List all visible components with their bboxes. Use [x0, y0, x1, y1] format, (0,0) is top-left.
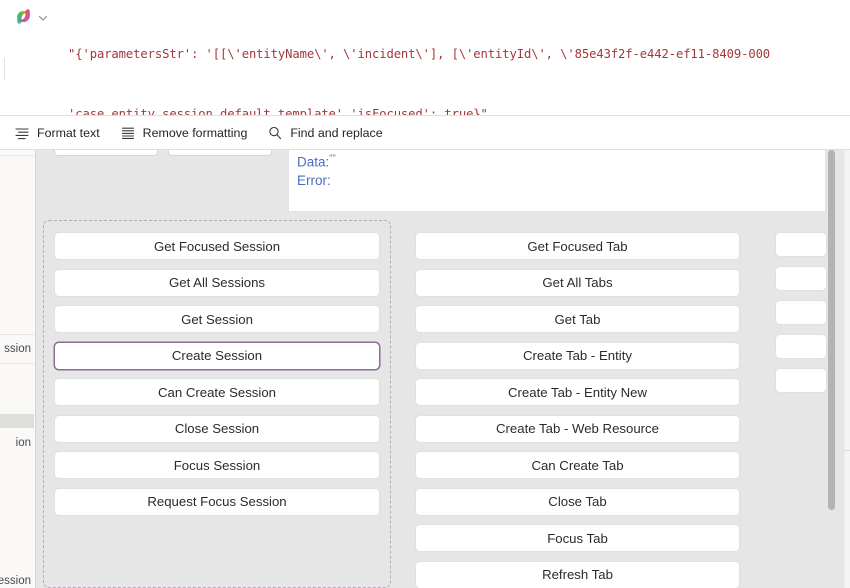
- format-text-icon: [14, 125, 30, 141]
- format-text-label: Format text: [37, 125, 100, 140]
- tabs-button-column: Get Focused Tab Get All Tabs Get Tab Cre…: [415, 232, 740, 588]
- button-get-all-sessions[interactable]: Get All Sessions: [54, 268, 380, 297]
- left-partial-pane: ssion ion ession: [0, 150, 36, 588]
- button-focus-tab[interactable]: Focus Tab: [415, 524, 740, 552]
- left-pane-fragment-4: ession: [0, 575, 31, 587]
- cropped-control-1[interactable]: [54, 150, 158, 156]
- code-line-2: 'case_entity_session_default_template','…: [68, 107, 488, 116]
- left-pane-fragment-2: [0, 414, 34, 428]
- button-get-focused-tab[interactable]: Get Focused Tab: [415, 232, 740, 260]
- clipped-button-3[interactable]: [775, 300, 827, 325]
- left-pane-divider: [0, 150, 35, 156]
- remove-formatting-icon: [120, 125, 136, 141]
- app-body: ssion ion ession Data:"" Error: Get Focu…: [0, 150, 850, 588]
- button-create-tab-entity-new[interactable]: Create Tab - Entity New: [415, 378, 740, 406]
- button-can-create-session[interactable]: Can Create Session: [54, 378, 380, 406]
- code-snippet[interactable]: "{'parametersStr': '[[\'entityName\', \'…: [68, 4, 850, 116]
- chevron-down-icon[interactable]: [37, 11, 49, 23]
- clipped-button-4[interactable]: [775, 334, 827, 359]
- button-close-session[interactable]: Close Session: [54, 414, 380, 443]
- button-get-tab[interactable]: Get Tab: [415, 305, 740, 333]
- cropped-controls-row: [54, 150, 272, 156]
- left-pane-fragment-1: ssion: [0, 334, 34, 364]
- find-and-replace-label: Find and replace: [290, 125, 383, 140]
- clipped-button-column: [775, 232, 827, 393]
- output-error-row: Error:: [297, 172, 817, 190]
- button-create-tab-web-resource[interactable]: Create Tab - Web Resource: [415, 414, 740, 443]
- button-create-tab-entity[interactable]: Create Tab - Entity: [415, 341, 740, 370]
- button-can-create-tab[interactable]: Can Create Tab: [415, 451, 740, 479]
- cropped-control-2[interactable]: [168, 150, 272, 156]
- canvas-scrollbar-track[interactable]: [828, 150, 843, 588]
- find-and-replace-button[interactable]: Find and replace: [265, 123, 384, 143]
- button-refresh-tab[interactable]: Refresh Tab: [415, 560, 740, 588]
- left-pane-fragment-3: ion: [15, 437, 31, 449]
- sessions-button-column: Get Focused Session Get All Sessions Get…: [54, 232, 380, 516]
- canvas-scrollbar-thumb[interactable]: [828, 150, 835, 510]
- format-text-button[interactable]: Format text: [12, 123, 102, 143]
- clipped-button-2[interactable]: [775, 266, 827, 291]
- clipped-button-5[interactable]: [775, 368, 827, 393]
- remove-formatting-label: Remove formatting: [142, 125, 248, 140]
- format-toolbar: Format text Remove formatting Find and r…: [0, 116, 850, 150]
- output-panel: Data:"" Error:: [288, 150, 826, 212]
- button-request-focus-session[interactable]: Request Focus Session: [54, 487, 380, 516]
- output-error-label: Error:: [297, 172, 331, 188]
- copilot-icon: [14, 7, 33, 26]
- button-create-session[interactable]: Create Session: [54, 341, 380, 370]
- output-data-value: "": [329, 153, 336, 163]
- button-focus-session[interactable]: Focus Session: [54, 451, 380, 479]
- remove-formatting-button[interactable]: Remove formatting: [118, 123, 250, 143]
- compose-identity: [14, 7, 49, 26]
- canvas-right-edge: [844, 150, 850, 588]
- canvas-right-edge-divider: [844, 450, 850, 451]
- button-close-tab[interactable]: Close Tab: [415, 487, 740, 516]
- clipped-button-1[interactable]: [775, 232, 827, 257]
- designer-canvas: Data:"" Error: Get Focused Session Get A…: [36, 150, 850, 588]
- button-get-all-tabs[interactable]: Get All Tabs: [415, 268, 740, 297]
- compose-panel: "{'parametersStr': '[[\'entityName\', \'…: [0, 0, 850, 116]
- output-data-label: Data:: [297, 154, 330, 170]
- code-line-1: "{'parametersStr': '[[\'entityName\', \'…: [68, 47, 771, 61]
- search-icon: [267, 125, 283, 141]
- output-data-row: Data:"": [297, 150, 817, 172]
- button-get-session[interactable]: Get Session: [54, 305, 380, 333]
- compose-edge-sliver: [0, 58, 5, 80]
- button-get-focused-session[interactable]: Get Focused Session: [54, 232, 380, 260]
